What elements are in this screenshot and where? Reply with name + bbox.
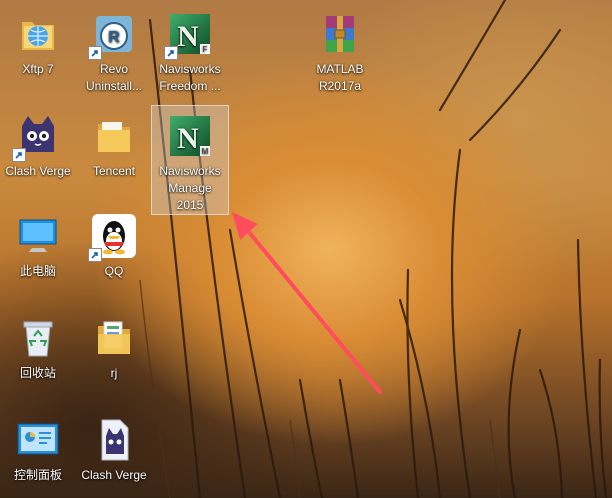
desktop-icon-this-pc[interactable]: 此电脑 (0, 206, 76, 280)
shortcut-arrow-icon (12, 148, 26, 162)
desktop-icon-tencent[interactable]: Tencent (76, 106, 152, 180)
desktop-icon-qq[interactable]: QQ (76, 206, 152, 280)
desktop-icon-control-panel[interactable]: 控制面板 (0, 410, 76, 484)
icon-label: rj (110, 366, 118, 380)
control-panel-icon (14, 416, 62, 464)
svg-text:M: M (202, 147, 209, 156)
shortcut-arrow-icon (88, 248, 102, 262)
qq-penguin-icon (88, 212, 138, 262)
icon-label: Tencent (92, 164, 136, 178)
icon-label: 回收站 (19, 366, 56, 380)
desktop-icon-revo-uninstaller[interactable]: R Revo Uninstall... (76, 4, 152, 95)
shortcut-arrow-icon (164, 46, 178, 60)
svg-text:F: F (203, 45, 208, 54)
icon-label: Navisworks Freedom ... (159, 62, 221, 93)
desktop-icon-matlab[interactable]: MATLAB R2017a (302, 4, 378, 95)
icon-label: QQ (104, 264, 124, 278)
desktop-icon-rj[interactable]: rj (76, 308, 152, 382)
icon-label: Clash Verge (81, 468, 147, 482)
recycle-bin-icon (14, 314, 62, 362)
icon-label: Navisworks Manage 2015 (159, 164, 221, 212)
desktop-icon-navisworks-freedom[interactable]: N F Navisworks Freedom ... (152, 4, 228, 95)
icon-label: Xftp 7 (22, 62, 54, 76)
icon-label: 控制面板 (13, 468, 62, 482)
desktop-icon-navisworks-manage[interactable]: N M Navisworks Manage 2015 (151, 105, 229, 215)
desktop-icon-xftp[interactable]: Xftp 7 (0, 4, 76, 78)
winrar-archive-icon (316, 10, 364, 58)
svg-text:N: N (177, 20, 199, 53)
clash-verge-cat-icon (12, 112, 62, 162)
svg-text:N: N (177, 122, 199, 155)
folder-icon (90, 314, 138, 362)
folder-globe-icon (14, 10, 62, 58)
desktop-icon-clash-verge[interactable]: Clash Verge (0, 106, 76, 180)
icon-label: 此电脑 (19, 264, 56, 278)
computer-icon (14, 212, 62, 260)
folder-icon (90, 112, 138, 160)
icon-label: Clash Verge (5, 164, 71, 178)
desktop-icon-clash-verge-2[interactable]: Clash Verge (76, 410, 152, 484)
revo-uninstaller-icon: R (88, 10, 138, 60)
clash-verge-file-icon (90, 416, 138, 464)
desktop-icon-recycle-bin[interactable]: 回收站 (0, 308, 76, 382)
shortcut-arrow-icon (88, 46, 102, 60)
icon-label: Revo Uninstall... (85, 62, 143, 93)
navisworks-freedom-icon: N F (164, 10, 214, 60)
navisworks-manage-icon: N M (166, 112, 214, 160)
icon-label: MATLAB R2017a (316, 62, 364, 93)
svg-text:R: R (108, 29, 120, 46)
